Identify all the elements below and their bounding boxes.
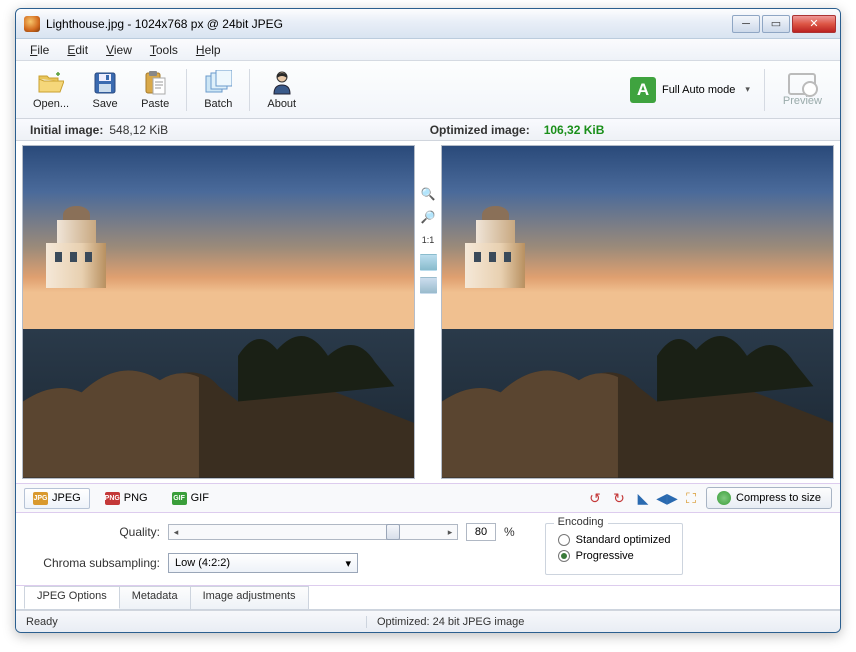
- jpeg-label: JPEG: [52, 492, 81, 504]
- save-label: Save: [93, 98, 118, 110]
- gif-label: GIF: [191, 492, 209, 504]
- preview-button[interactable]: Preview: [773, 71, 832, 109]
- person-icon: [268, 69, 296, 97]
- options-panel: Quality: ◂ ▸ % Chroma subsampling: Low (…: [16, 513, 840, 586]
- slider-left-arrow-icon[interactable]: ◂: [169, 527, 183, 538]
- compress-to-size-button[interactable]: Compress to size: [706, 487, 832, 509]
- menu-tools[interactable]: Tools: [142, 41, 186, 59]
- flip-h-icon[interactable]: ◣: [634, 489, 652, 507]
- status-ready: Ready: [26, 616, 366, 628]
- gif-badge-icon: GIF: [172, 492, 187, 505]
- image-compare-row: 🔍 🔎 1:1: [16, 141, 840, 483]
- initial-size: 548,12 KiB: [109, 123, 168, 137]
- optimized-size: 106,32 KiB: [544, 123, 605, 137]
- about-label: About: [267, 98, 296, 110]
- magnifier-icon: [788, 73, 816, 95]
- zoom-in-icon[interactable]: 🔍: [420, 185, 437, 202]
- rotate-cw-icon[interactable]: ↻: [610, 489, 628, 507]
- initial-label: Initial image:: [30, 123, 103, 137]
- window-title: Lighthouse.jpg - 1024x768 px @ 24bit JPE…: [46, 17, 732, 31]
- open-button[interactable]: Open...: [24, 66, 78, 113]
- titlebar: Lighthouse.jpg - 1024x768 px @ 24bit JPE…: [16, 9, 840, 39]
- quality-label: Quality:: [30, 525, 160, 539]
- fit-image-icon[interactable]: [420, 277, 437, 294]
- format-jpeg-button[interactable]: JPG JPEG: [24, 488, 90, 509]
- close-button[interactable]: ✕: [792, 15, 836, 33]
- compress-label: Compress to size: [736, 492, 821, 504]
- menu-view[interactable]: View: [98, 41, 140, 59]
- folder-open-icon: [37, 69, 65, 97]
- clipboard-icon: [141, 69, 169, 97]
- save-button[interactable]: Save: [82, 66, 128, 113]
- floppy-icon: [91, 69, 119, 97]
- auto-a-icon: A: [630, 77, 656, 103]
- toolbar-separator: [764, 69, 765, 111]
- chroma-value: Low (4:2:2): [175, 557, 230, 569]
- rotate-ccw-icon[interactable]: ↺: [586, 489, 604, 507]
- menu-file[interactable]: File: [22, 41, 57, 59]
- auto-dropdown-arrow[interactable]: ▾: [739, 84, 756, 95]
- center-tools: 🔍 🔎 1:1: [417, 145, 439, 479]
- bottom-tabs: JPEG Options Metadata Image adjustments: [16, 586, 840, 610]
- status-optimized: Optimized: 24 bit JPEG image: [366, 616, 830, 628]
- tab-adjustments[interactable]: Image adjustments: [190, 586, 309, 609]
- png-badge-icon: PNG: [105, 492, 120, 505]
- toolbar-separator: [249, 69, 250, 111]
- batch-label: Batch: [204, 98, 232, 110]
- format-gif-button[interactable]: GIF GIF: [163, 488, 218, 509]
- paste-button[interactable]: Paste: [132, 66, 178, 113]
- format-png-button[interactable]: PNG PNG: [96, 488, 157, 509]
- optimized-label: Optimized image:: [430, 123, 530, 137]
- optimized-image-pane[interactable]: [441, 145, 834, 479]
- paste-label: Paste: [141, 98, 169, 110]
- tab-jpeg-options[interactable]: JPEG Options: [24, 586, 120, 609]
- menu-help[interactable]: Help: [188, 41, 229, 59]
- flip-v-icon[interactable]: ◀▶: [658, 489, 676, 507]
- toolbar: Open... Save Paste Batch About A Full Au…: [16, 61, 840, 119]
- percent-label: %: [504, 525, 515, 539]
- toolbar-separator: [186, 69, 187, 111]
- chroma-select[interactable]: Low (4:2:2) ▾: [168, 553, 358, 573]
- jpeg-badge-icon: JPG: [33, 492, 48, 505]
- preview-label: Preview: [783, 95, 822, 107]
- slider-thumb[interactable]: [386, 524, 400, 540]
- radio-icon: [558, 534, 570, 546]
- menu-edit[interactable]: Edit: [59, 41, 96, 59]
- batch-button[interactable]: Batch: [195, 66, 241, 113]
- fit-window-icon[interactable]: [420, 254, 437, 271]
- format-row: JPG JPEG PNG PNG GIF GIF ↺ ↻ ◣ ◀▶ ⛶ Compres…: [16, 483, 840, 513]
- tab-metadata[interactable]: Metadata: [119, 586, 191, 609]
- encoding-title: Encoding: [554, 516, 608, 528]
- standard-label: Standard optimized: [576, 534, 671, 546]
- about-button[interactable]: About: [258, 66, 305, 113]
- compress-icon: [717, 491, 731, 505]
- size-bar: Initial image: 548,12 KiB Optimized imag…: [16, 119, 840, 141]
- progressive-label: Progressive: [576, 550, 634, 562]
- resize-icon[interactable]: ⛶: [682, 489, 700, 507]
- radio-checked-icon: [558, 550, 570, 562]
- chevron-down-icon: ▾: [345, 557, 351, 570]
- slider-right-arrow-icon[interactable]: ▸: [443, 527, 457, 538]
- radio-standard[interactable]: Standard optimized: [558, 534, 671, 546]
- batch-icon: [204, 69, 232, 97]
- statusbar: Ready Optimized: 24 bit JPEG image: [16, 610, 840, 632]
- auto-label: Full Auto mode: [662, 84, 735, 96]
- quality-input[interactable]: [466, 523, 496, 541]
- zoom-out-icon[interactable]: 🔎: [420, 208, 437, 225]
- maximize-button[interactable]: ▭: [762, 15, 790, 33]
- chroma-label: Chroma subsampling:: [30, 556, 160, 570]
- encoding-group: Encoding Standard optimized Progressive: [545, 523, 684, 575]
- menubar: File Edit View Tools Help: [16, 39, 840, 61]
- radio-progressive[interactable]: Progressive: [558, 550, 671, 562]
- zoom-1to1-button[interactable]: 1:1: [420, 231, 437, 248]
- png-label: PNG: [124, 492, 148, 504]
- open-label: Open...: [33, 98, 69, 110]
- minimize-button[interactable]: ─: [732, 15, 760, 33]
- full-auto-mode-button[interactable]: A Full Auto mode: [630, 77, 735, 103]
- initial-image-pane[interactable]: [22, 145, 415, 479]
- quality-slider[interactable]: ◂ ▸: [168, 524, 458, 540]
- app-icon: [24, 16, 40, 32]
